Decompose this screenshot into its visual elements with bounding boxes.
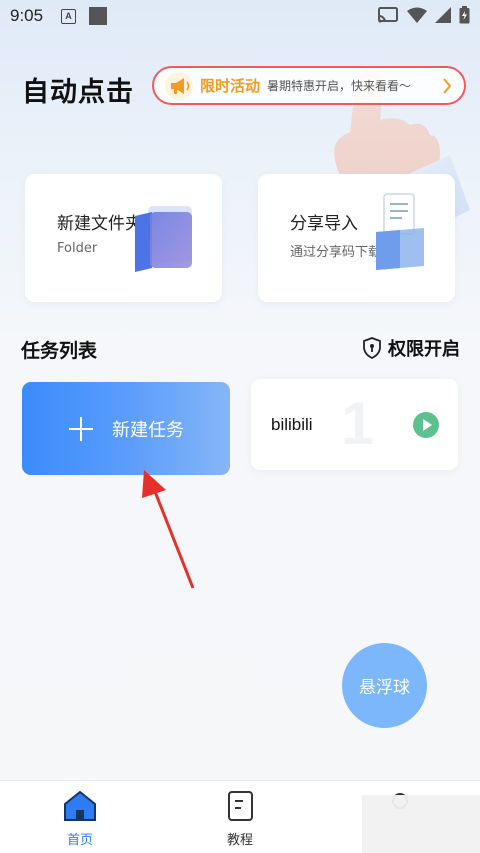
book-icon bbox=[228, 791, 253, 821]
floating-ball-button[interactable]: 悬浮球 bbox=[342, 643, 427, 728]
status-bar: 9:05 A bbox=[0, 0, 480, 34]
play-icon[interactable] bbox=[413, 412, 439, 438]
share-import-title: 分享导入 bbox=[290, 214, 358, 234]
folder-icon bbox=[135, 206, 192, 272]
home-icon bbox=[64, 790, 96, 821]
annotation-arrow-icon bbox=[142, 470, 195, 589]
nav-home[interactable]: 首页 bbox=[35, 789, 125, 848]
cast-icon bbox=[378, 7, 398, 23]
signal-icon bbox=[435, 6, 451, 23]
shield-icon bbox=[363, 337, 381, 359]
notification-square-icon bbox=[89, 7, 107, 25]
new-folder-card[interactable]: 新建文件夹 Folder bbox=[25, 174, 222, 302]
app-title: 自动点击 bbox=[22, 77, 134, 108]
task-name: bilibili bbox=[271, 415, 313, 434]
document-tray-icon bbox=[376, 193, 424, 270]
share-import-card[interactable]: 分享导入 通过分享码下载 bbox=[258, 174, 455, 302]
task-index: 1 bbox=[341, 390, 375, 457]
nav-tutorial-label: 教程 bbox=[226, 833, 253, 848]
status-time: 9:05 bbox=[10, 6, 44, 25]
new-task-label: 新建任务 bbox=[112, 419, 184, 441]
task-list-title: 任务列表 bbox=[21, 340, 98, 362]
new-task-button[interactable]: 新建任务 bbox=[22, 382, 230, 475]
promo-banner[interactable]: 限时活动 暑期特惠开启，快来看看～ bbox=[152, 66, 466, 105]
promo-tag: 限时活动 bbox=[200, 77, 261, 95]
floating-ball-label: 悬浮球 bbox=[359, 678, 410, 698]
nav-tutorial[interactable]: 教程 bbox=[195, 789, 285, 848]
status-icons bbox=[377, 6, 470, 24]
nav-home-label: 首页 bbox=[66, 833, 93, 848]
chevron-right-icon bbox=[443, 78, 452, 94]
share-import-subtitle: 通过分享码下载 bbox=[290, 245, 382, 260]
task-item[interactable]: 1 bilibili bbox=[251, 379, 458, 470]
plus-icon bbox=[69, 416, 93, 441]
watermark-overlay bbox=[362, 795, 480, 853]
megaphone-icon bbox=[165, 71, 193, 100]
battery-icon bbox=[459, 6, 470, 24]
new-folder-subtitle: Folder bbox=[57, 241, 98, 256]
promo-text: 暑期特惠开启，快来看看～ bbox=[267, 79, 412, 93]
wifi-icon bbox=[407, 7, 427, 23]
notification-a-icon: A bbox=[61, 9, 76, 24]
permission-button[interactable]: 权限开启 bbox=[362, 335, 460, 361]
permission-label: 权限开启 bbox=[388, 339, 460, 360]
